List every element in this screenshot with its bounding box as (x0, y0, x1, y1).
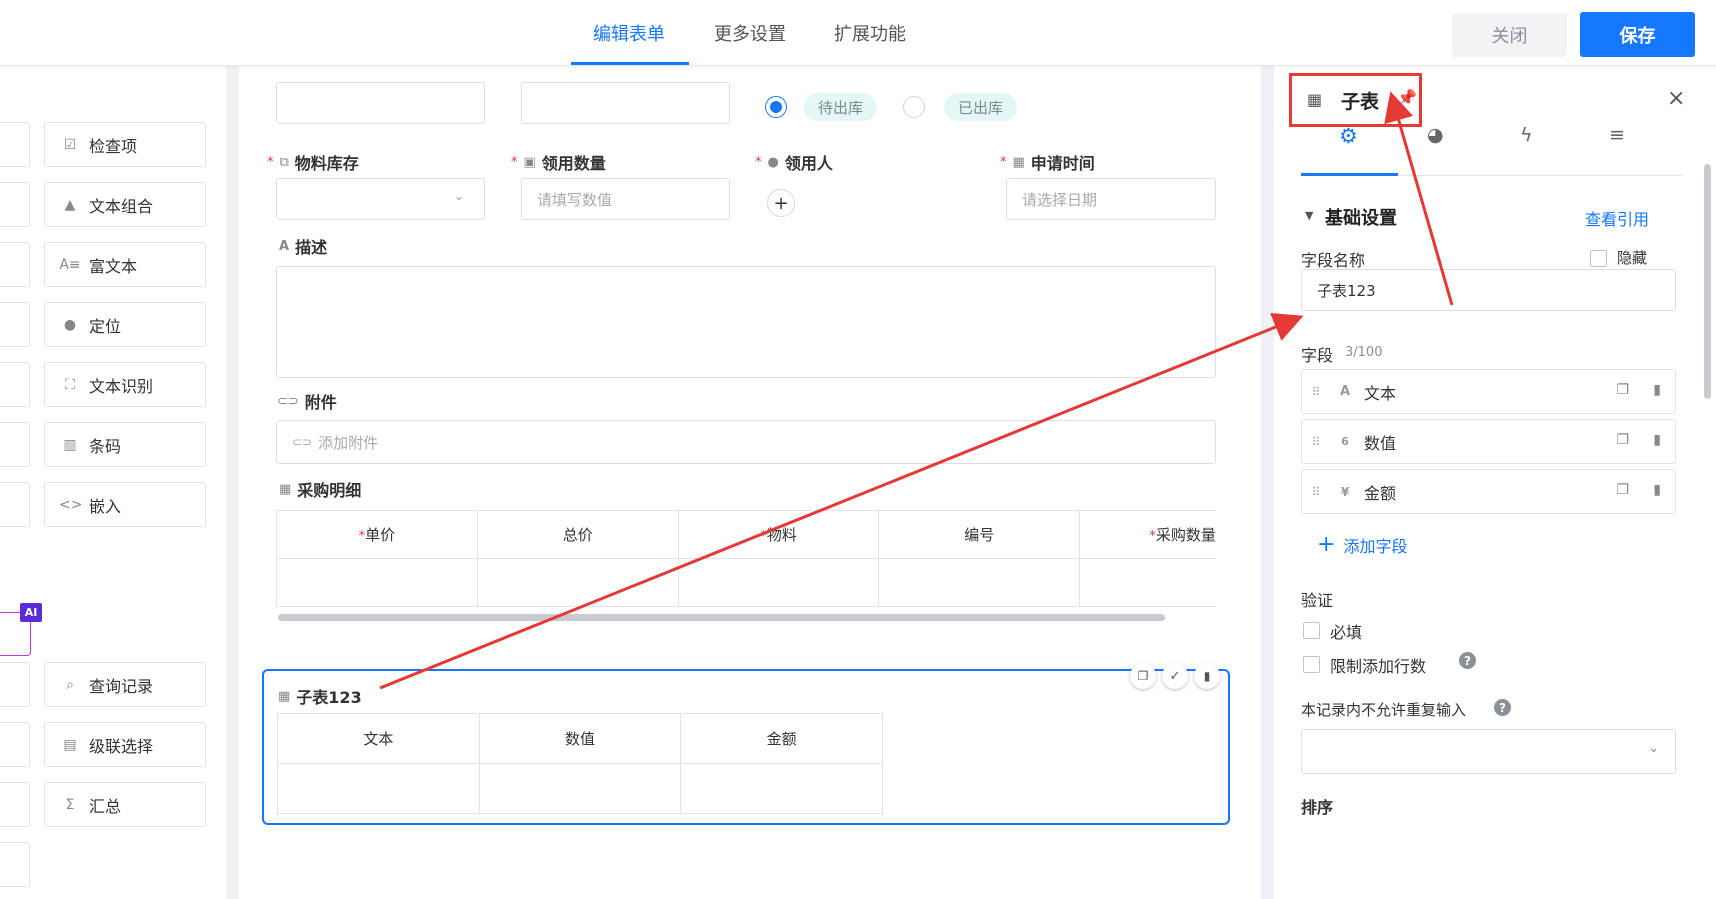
annotation-arrow-to-title (1384, 91, 1454, 306)
annotation-arrow-to-name-input (379, 313, 1304, 690)
annotation-arrows (379, 91, 1454, 690)
